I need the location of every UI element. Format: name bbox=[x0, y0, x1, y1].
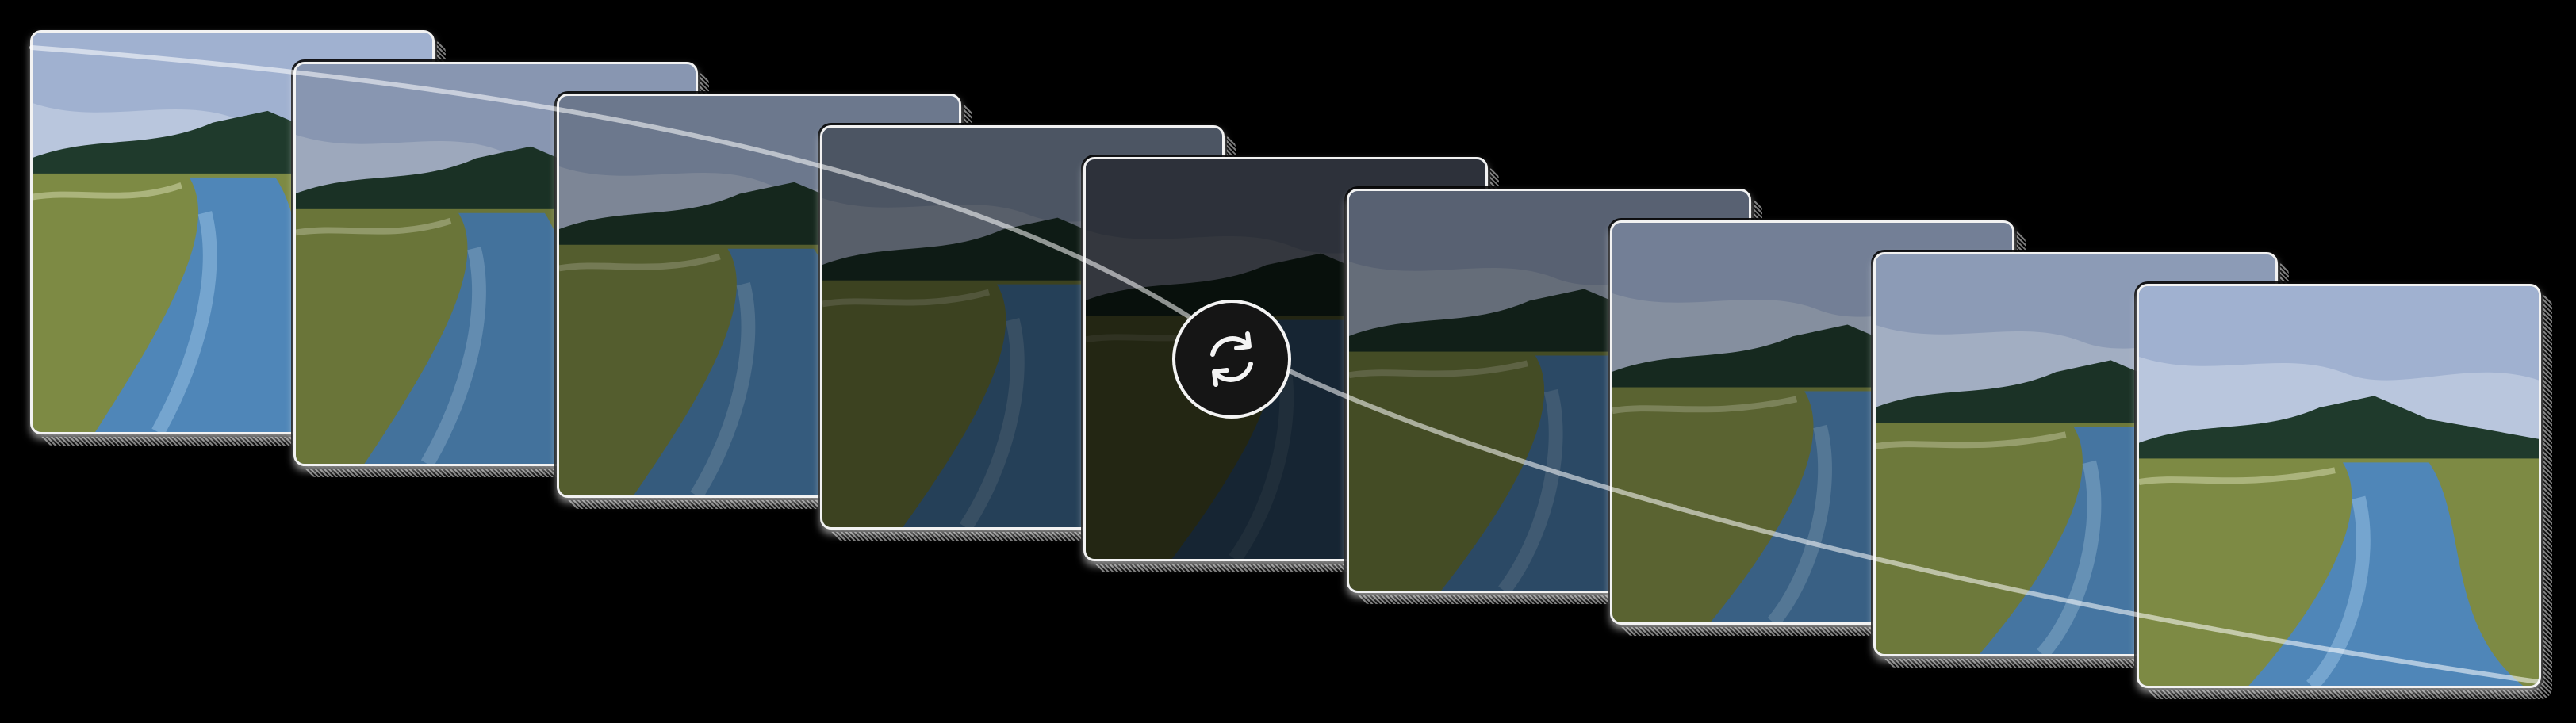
refresh-cycle-icon bbox=[1210, 331, 1253, 387]
cycle-button[interactable] bbox=[1172, 300, 1291, 419]
interpolation-stack bbox=[0, 0, 2576, 723]
frame-9 bbox=[2137, 284, 2541, 688]
